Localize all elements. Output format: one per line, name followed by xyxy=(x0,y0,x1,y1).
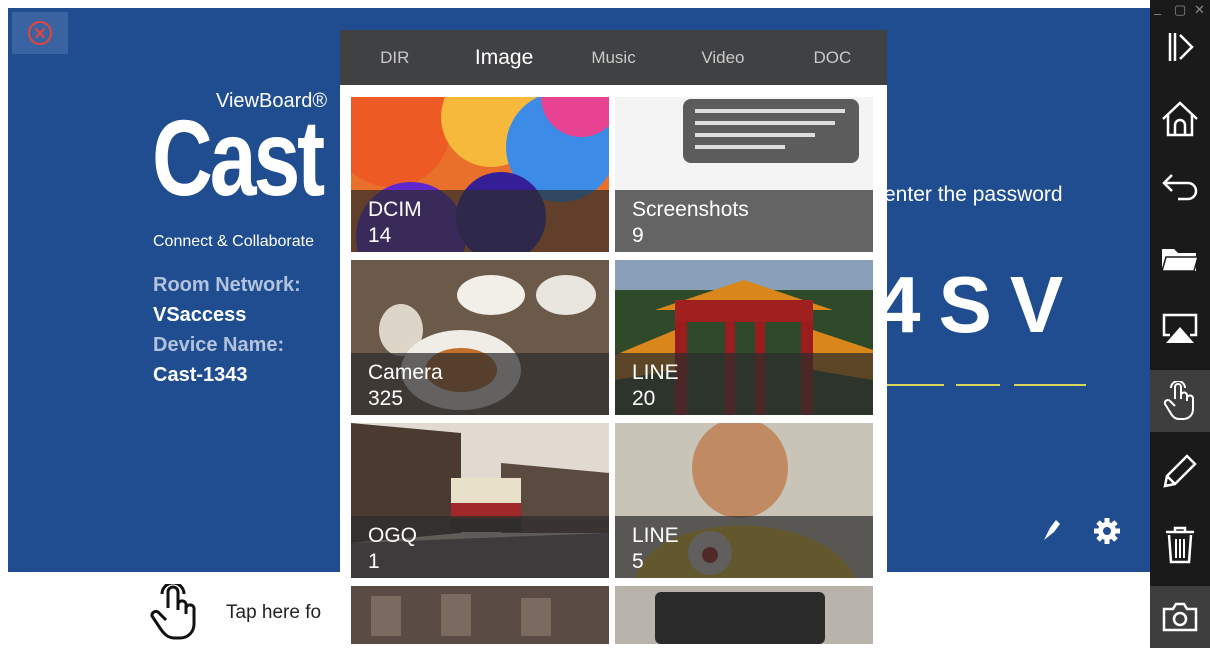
sidebar-airplay-button[interactable] xyxy=(1150,298,1210,360)
device-name-value: Cast-1343 xyxy=(153,364,248,386)
album-tile[interactable]: DCIM 14 xyxy=(351,97,609,252)
pin-icon[interactable] xyxy=(1040,516,1062,550)
tab-video[interactable]: Video xyxy=(668,30,777,85)
tab-doc[interactable]: DOC xyxy=(778,30,887,85)
code-underline xyxy=(886,384,944,386)
pen-icon xyxy=(1163,454,1197,488)
album-count: 1 xyxy=(368,550,380,573)
room-network-value: VSaccess xyxy=(153,304,247,326)
sidebar-pen-button[interactable] xyxy=(1150,440,1210,502)
picker-tab-bar: DIR Image Music Video DOC xyxy=(340,30,887,85)
media-picker: DIR Image Music Video DOC DCIM 14 Screen… xyxy=(340,30,887,644)
folder-icon xyxy=(1161,249,1199,272)
sidebar-collapse-button[interactable] xyxy=(1150,16,1210,78)
sidebar-back-button[interactable] xyxy=(1150,156,1210,218)
password-code: 4SV xyxy=(876,260,1082,349)
album-tile[interactable]: OGQ 1 xyxy=(351,423,609,578)
album-tile[interactable]: Camera 325 xyxy=(351,260,609,415)
close-button[interactable] xyxy=(12,12,68,54)
album-tile-partial[interactable] xyxy=(615,586,873,644)
tap-hint-text[interactable]: Tap here fo xyxy=(226,602,321,624)
brand-logo-text: Cast xyxy=(152,97,325,218)
password-prompt: enter the password xyxy=(884,183,1063,206)
sidebar-camera-button[interactable] xyxy=(1150,586,1210,648)
album-name: Screenshots xyxy=(632,198,749,221)
collapse-icon xyxy=(1168,33,1194,61)
album-tile[interactable]: LINE 5 xyxy=(615,423,873,578)
close-icon xyxy=(28,21,52,45)
home-icon xyxy=(1162,101,1198,137)
album-count: 325 xyxy=(368,387,404,410)
sidebar-touch-button[interactable] xyxy=(1150,370,1210,432)
album-count: 9 xyxy=(632,224,644,247)
settings-icon[interactable] xyxy=(1092,516,1122,554)
album-tile[interactable]: LINE 20 xyxy=(615,260,873,415)
album-count: 20 xyxy=(632,387,656,410)
toolbar-sidebar: – ▢ ✕ xyxy=(1150,0,1210,648)
album-tile[interactable]: Screenshots 9 xyxy=(615,97,873,252)
album-name: DCIM xyxy=(368,198,422,221)
sidebar-home-button[interactable] xyxy=(1150,88,1210,150)
album-count: 5 xyxy=(632,550,644,573)
album-name: OGQ xyxy=(368,524,418,547)
tab-dir[interactable]: DIR xyxy=(340,30,449,85)
tab-music[interactable]: Music xyxy=(559,30,668,85)
code-underline xyxy=(956,384,1000,386)
sidebar-trash-button[interactable] xyxy=(1150,514,1210,576)
trash-icon xyxy=(1166,526,1194,564)
album-count: 14 xyxy=(368,224,392,247)
album-thumbnail xyxy=(351,586,609,644)
room-network-label: Room Network: xyxy=(153,274,301,296)
camera-icon xyxy=(1162,602,1198,632)
back-icon xyxy=(1162,174,1198,201)
airplay-icon xyxy=(1162,313,1198,343)
device-name-label: Device Name: xyxy=(153,334,285,356)
album-name: Camera xyxy=(368,361,443,384)
brand-tagline: Connect & Collaborate xyxy=(153,233,314,250)
album-thumbnail xyxy=(615,586,873,644)
touch-icon xyxy=(1163,381,1194,420)
code-underline xyxy=(1014,384,1086,386)
tab-image[interactable]: Image xyxy=(449,30,558,85)
album-name: LINE xyxy=(632,361,679,384)
album-name: LINE xyxy=(632,524,679,547)
sidebar-folder-button[interactable] xyxy=(1150,228,1210,290)
album-tile-partial[interactable] xyxy=(351,586,609,644)
tap-hand-icon xyxy=(150,581,200,647)
